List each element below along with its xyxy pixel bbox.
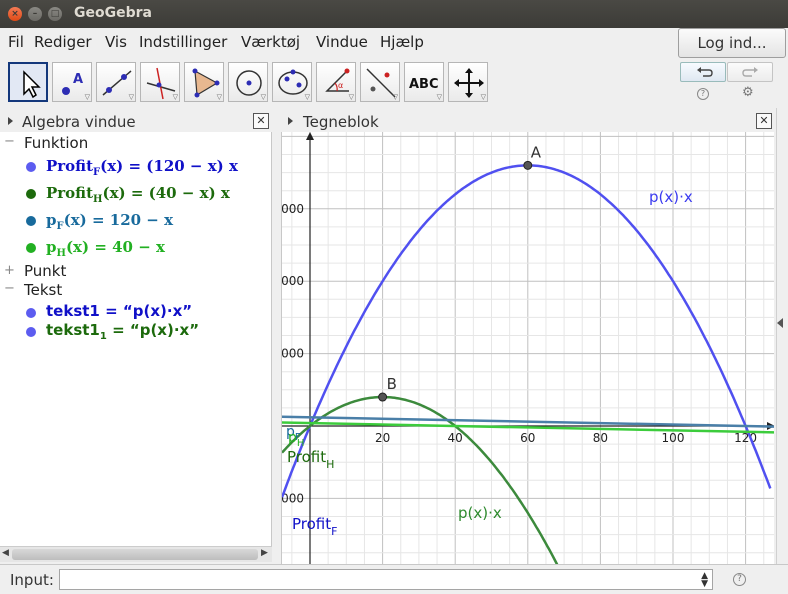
close-graphics-button[interactable]: ✕	[756, 113, 772, 129]
point-A-label: A	[531, 143, 542, 161]
move-tool-icon	[23, 70, 41, 99]
point-A[interactable]	[523, 160, 533, 170]
graphics-title: Tegneblok	[303, 113, 379, 131]
redo-icon	[742, 67, 758, 77]
window-title: GeoGebra	[74, 5, 152, 21]
gear-icon[interactable]: ⚙	[742, 85, 754, 100]
text-tekst1[interactable]: tekst1 = “p(x)·x”	[46, 302, 192, 320]
x-tick-label: 80	[593, 431, 608, 445]
algebra-view: − Funktion ProfitF(x) = (120 − x) x Prof…	[0, 132, 272, 546]
group-funktion[interactable]: Funktion	[24, 134, 88, 152]
toolbar: A ▽ ▽ ▽ ▽ ▽ ▽ α ▽ ▽ ABC ▽ ▽	[0, 58, 788, 108]
expand-punkt-icon[interactable]: +	[4, 263, 15, 278]
menu-hjaelp[interactable]: Hjælp	[380, 33, 424, 51]
group-punkt[interactable]: Punkt	[24, 262, 66, 280]
line-tool-button[interactable]: ▽	[96, 62, 136, 102]
graphics-header: Tegneblok ✕	[281, 111, 774, 132]
ellipse-tool-button[interactable]: ▽	[272, 62, 312, 102]
menu-fil[interactable]: Fil	[8, 33, 24, 51]
collapse-graphics-icon[interactable]	[288, 117, 293, 125]
y-tick-label: 2000	[282, 274, 304, 288]
group-tekst[interactable]: Tekst	[24, 281, 62, 299]
expand-sidebar-icon[interactable]	[777, 318, 783, 328]
input-help-icon[interactable]: ?	[733, 573, 746, 586]
text-label-blue[interactable]: p(x)·x	[649, 188, 693, 206]
x-tick-label: 20	[375, 431, 390, 445]
help-icon[interactable]: ?	[697, 88, 709, 100]
curve-profitF[interactable]	[282, 164, 772, 498]
visibility-dot-pF[interactable]	[26, 216, 36, 226]
input-label: Input:	[10, 571, 54, 589]
scroll-right-icon[interactable]: ▶	[261, 548, 268, 558]
input-bar: Input: ▲ ▼ ?	[0, 564, 788, 594]
svg-text:α: α	[338, 81, 343, 90]
algebra-horizontal-scrollbar[interactable]: ◀ ▶	[0, 546, 272, 562]
title-bar: × – □ GeoGebra	[0, 0, 788, 28]
point-B-label: B	[387, 375, 397, 393]
grid	[282, 132, 774, 564]
close-algebra-button[interactable]: ✕	[253, 113, 269, 129]
scrollbar-thumb[interactable]	[12, 549, 258, 560]
menu-rediger[interactable]: Rediger	[34, 33, 92, 51]
y-tick-label: 3000	[282, 202, 304, 216]
menu-vindue[interactable]: Vindue	[316, 33, 368, 51]
collapse-tekst-icon[interactable]: −	[4, 281, 15, 296]
y-tick-label: -1000	[282, 491, 304, 505]
point-B[interactable]	[378, 392, 388, 402]
visibility-dot-tekst1[interactable]	[26, 308, 36, 318]
collapse-algebra-icon[interactable]	[8, 117, 13, 125]
algebra-title: Algebra vindue	[22, 113, 136, 131]
right-sidebar-strip	[776, 108, 788, 566]
function-pH[interactable]: pH(x) = 40 − x	[46, 238, 165, 259]
scroll-left-icon[interactable]: ◀	[2, 548, 9, 558]
text-tekst1-1[interactable]: tekst11 = “p(x)·x”	[46, 321, 199, 342]
text-tool-button[interactable]: ABC ▽	[404, 62, 444, 102]
reflect-tool-button[interactable]: ▽	[360, 62, 400, 102]
visibility-dot-profitH[interactable]	[26, 189, 36, 199]
visibility-dot-pH[interactable]	[26, 243, 36, 253]
minimize-window-button[interactable]: –	[28, 7, 42, 21]
move-graphics-view-button[interactable]: ▽	[448, 62, 488, 102]
visibility-dot-profitF[interactable]	[26, 162, 36, 172]
x-tick-label: 60	[520, 431, 535, 445]
x-tick-label: 40	[448, 431, 463, 445]
graphics-view[interactable]: 20406080100120300020001000-1000 A B p(x)…	[281, 132, 774, 564]
login-button[interactable]: Log ind...	[678, 28, 786, 58]
input-history-arrows-icon[interactable]: ▲ ▼	[701, 572, 708, 589]
close-window-button[interactable]: ×	[8, 7, 22, 21]
circle-tool-button[interactable]: ▽	[228, 62, 268, 102]
text-label-green[interactable]: p(x)·x	[458, 504, 502, 522]
input-field[interactable]: ▲ ▼	[59, 569, 713, 590]
undo-button[interactable]	[680, 62, 726, 82]
maximize-window-button[interactable]: □	[48, 7, 62, 21]
collapse-funktion-icon[interactable]: −	[4, 134, 15, 149]
redo-button[interactable]	[727, 62, 773, 82]
function-profitH[interactable]: ProfitH(x) = (40 − x) x	[46, 184, 230, 205]
perpendicular-line-tool-button[interactable]: ▽	[140, 62, 180, 102]
point-tool-button[interactable]: A ▽	[52, 62, 92, 102]
undo-icon	[697, 67, 713, 77]
angle-tool-button[interactable]: α ▽	[316, 62, 356, 102]
function-profitF[interactable]: ProfitF(x) = (120 − x) x	[46, 157, 238, 178]
menu-vis[interactable]: Vis	[105, 33, 127, 51]
menu-bar: Fil Rediger Vis Indstillinger Værktøj Vi…	[0, 28, 788, 56]
x-tick-label: 100	[662, 431, 685, 445]
svg-text:ABC: ABC	[409, 77, 439, 92]
visibility-dot-tekst1-1[interactable]	[26, 327, 36, 337]
move-tool-button[interactable]	[8, 62, 48, 102]
polygon-tool-button[interactable]: ▽	[184, 62, 224, 102]
menu-indstillinger[interactable]: Indstillinger	[139, 33, 227, 51]
menu-vaerktoej[interactable]: Værktøj	[241, 33, 300, 51]
graphics-canvas[interactable]: 20406080100120300020001000-1000 A B p(x)…	[282, 132, 774, 564]
function-pF[interactable]: pF(x) = 120 − x	[46, 211, 173, 232]
svg-text:A: A	[73, 72, 83, 87]
algebra-header: Algebra vindue ✕	[0, 111, 272, 132]
y-tick-label: 1000	[282, 347, 304, 361]
